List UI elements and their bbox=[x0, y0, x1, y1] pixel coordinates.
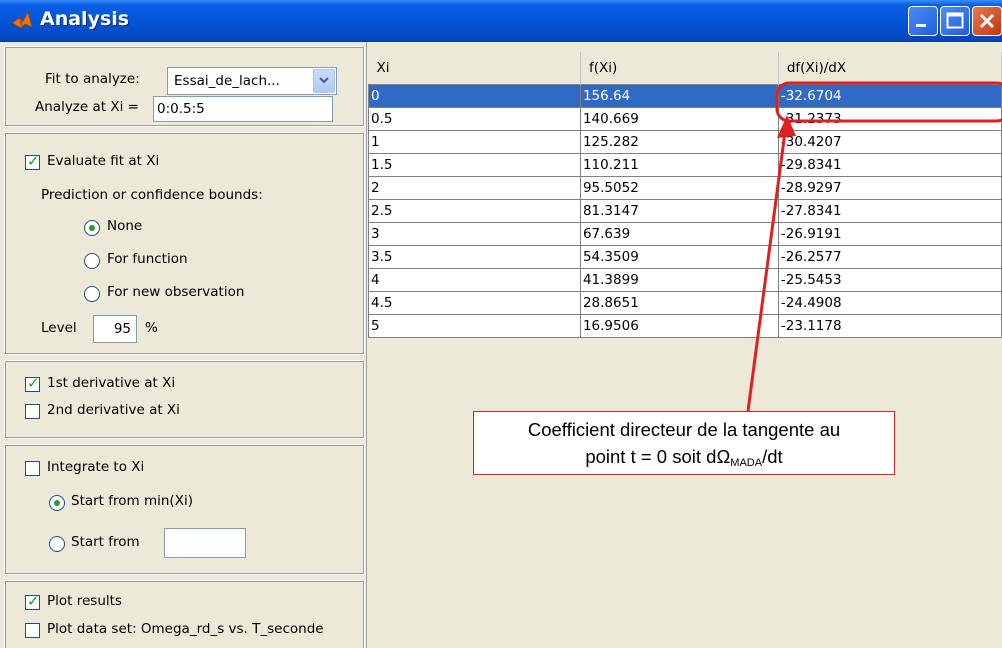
highlight-outline bbox=[775, 81, 1002, 123]
callout-line-2-pre: point t = 0 soit dΩ bbox=[585, 446, 731, 467]
callout-line-2: point t = 0 soit dΩMADA/dt bbox=[474, 443, 894, 477]
callout-subscript: MADA bbox=[730, 457, 763, 469]
annotation-arrow-line bbox=[746, 131, 787, 412]
analysis-window: Analysis Fit to analyze: Essai_de_lach..… bbox=[0, 0, 1002, 648]
annotation-overlay bbox=[746, 81, 1002, 412]
callout-line-1: Coefficient directeur de la tangente au bbox=[527, 419, 841, 440]
callout-line-2-post: /dt bbox=[762, 446, 783, 467]
annotation-callout: Coefficient directeur de la tangente au … bbox=[473, 411, 895, 475]
